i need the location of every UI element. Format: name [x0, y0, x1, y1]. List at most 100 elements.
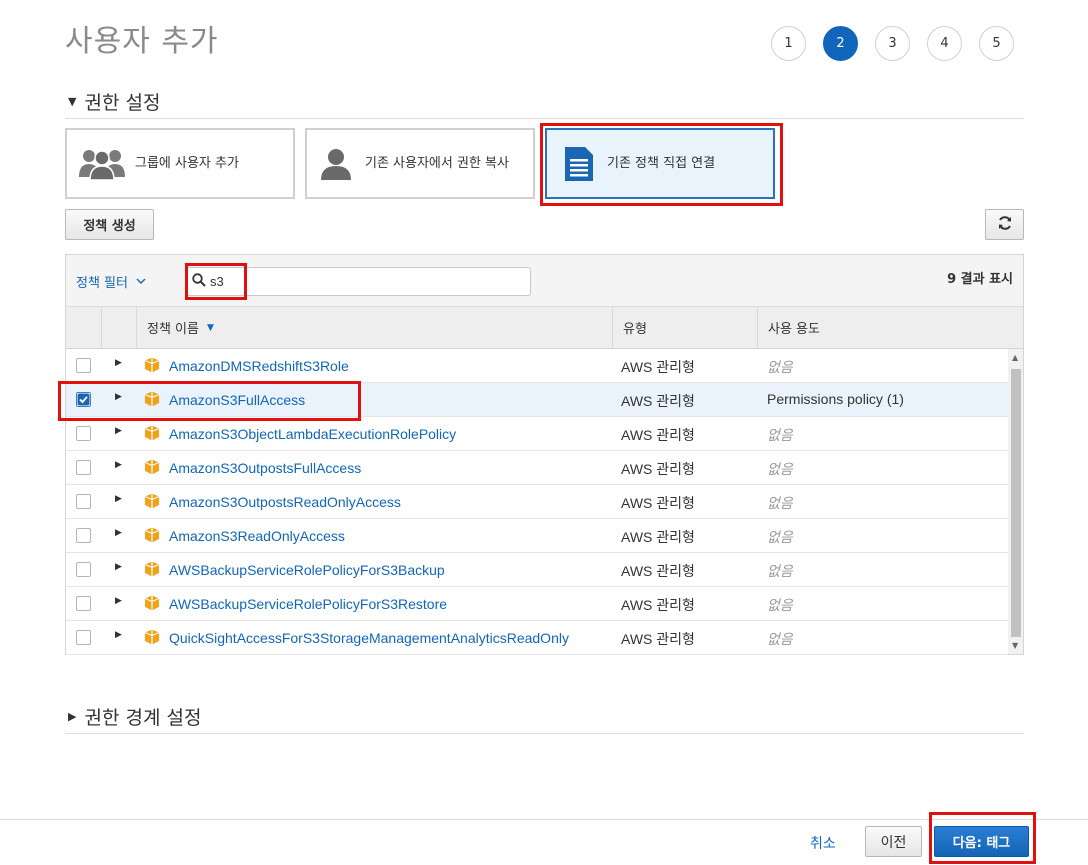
table-row[interactable]: ▶ AmazonS3ReadOnlyAccess AWS 관리형 없음: [66, 519, 1008, 553]
create-policy-button[interactable]: 정책 생성: [65, 209, 154, 240]
policy-usage: 없음: [767, 461, 793, 477]
expand-row-icon[interactable]: ▶: [115, 460, 122, 470]
table-row[interactable]: ▶ QuickSightAccessForS3StorageManagementA…: [66, 621, 1008, 655]
step-indicator: 1 2 3 4 5: [771, 26, 1031, 61]
policy-icon: [144, 391, 160, 411]
search-icon: [192, 272, 206, 291]
scroll-down-icon[interactable]: ▼: [1012, 641, 1018, 650]
column-header-usage[interactable]: 사용 용도: [757, 307, 1023, 348]
table-row[interactable]: ▶ AmazonS3FullAccess AWS 관리형 Permissions po…: [66, 383, 1008, 417]
policy-name-link[interactable]: AmazonS3OutpostsFullAccess: [169, 460, 361, 476]
row-checkbox[interactable]: [76, 562, 91, 577]
policy-usage: 없음: [767, 529, 793, 545]
column-header-label: 정책 이름: [147, 322, 199, 337]
policy-icon: [144, 561, 160, 581]
sort-down-icon: ▼: [206, 322, 214, 333]
refresh-button[interactable]: [985, 209, 1024, 240]
table-scrollbar[interactable]: ▲ ▼: [1008, 349, 1023, 654]
option-label: 그룹에 사용자 추가: [135, 156, 239, 171]
row-checkbox[interactable]: [76, 392, 91, 407]
step-1[interactable]: 1: [771, 26, 806, 61]
row-checkbox[interactable]: [76, 528, 91, 543]
option-label: 기존 사용자에서 권한 복사: [365, 156, 509, 171]
scroll-up-icon[interactable]: ▲: [1012, 353, 1018, 362]
column-header-policy-name[interactable]: 정책 이름 ▼: [136, 307, 612, 348]
policy-usage: 없음: [767, 597, 793, 613]
refresh-icon: [997, 215, 1013, 235]
search-field[interactable]: [185, 267, 531, 296]
policy-icon: [144, 595, 160, 615]
policy-name-link[interactable]: AWSBackupServiceRolePolicyForS3Backup: [169, 562, 445, 578]
table-row[interactable]: ▶ AmazonS3ObjectLambdaExecutionRolePolicy…: [66, 417, 1008, 451]
option-attach-policies[interactable]: 기존 정책 직접 연결: [545, 128, 775, 199]
option-add-to-group[interactable]: 그룹에 사용자 추가: [65, 128, 295, 199]
policy-type: AWS 관리형: [621, 597, 695, 613]
policy-usage: Permissions policy (1): [767, 391, 904, 407]
group-icon: [79, 147, 127, 181]
expand-row-icon[interactable]: ▶: [115, 494, 122, 504]
policy-type: AWS 관리형: [621, 427, 695, 443]
footer-divider: [0, 819, 1088, 820]
row-checkbox[interactable]: [76, 460, 91, 475]
policy-name-link[interactable]: AmazonDMSRedshiftS3Role: [169, 358, 349, 374]
table-row[interactable]: ▶ AmazonS3OutpostsFullAccess AWS 관리형 없음: [66, 451, 1008, 485]
boundary-section-toggle[interactable]: ▶ 권한 경계 설정: [68, 703, 201, 730]
column-header-type[interactable]: 유형: [612, 307, 757, 348]
step-4[interactable]: 4: [927, 26, 962, 61]
policy-name-link[interactable]: AmazonS3ObjectLambdaExecutionRolePolicy: [169, 426, 456, 442]
row-checkbox[interactable]: [76, 630, 91, 645]
policy-name-link[interactable]: AWSBackupServiceRolePolicyForS3Restore: [169, 596, 447, 612]
expand-row-icon[interactable]: ▶: [115, 358, 122, 368]
policy-icon: [144, 629, 160, 649]
table-row[interactable]: ▶ AmazonS3OutpostsReadOnlyAccess AWS 관리형 없음: [66, 485, 1008, 519]
expand-row-icon[interactable]: ▶: [115, 596, 122, 606]
policy-type: AWS 관리형: [621, 563, 695, 579]
section-divider: [65, 733, 1024, 734]
table-row[interactable]: ▶ AWSBackupServiceRolePolicyForS3Backup AW…: [66, 553, 1008, 587]
policy-name-link[interactable]: AmazonS3FullAccess: [169, 392, 305, 408]
search-input[interactable]: [210, 274, 510, 289]
policy-name-link[interactable]: AmazonS3ReadOnlyAccess: [169, 528, 345, 544]
next-tags-button[interactable]: 다음: 태그: [934, 826, 1029, 857]
expand-row-icon[interactable]: ▶: [115, 426, 122, 436]
option-copy-permissions[interactable]: 기존 사용자에서 권한 복사: [305, 128, 535, 199]
policy-filter-dropdown[interactable]: 정책 필터: [76, 272, 146, 291]
expand-row-icon[interactable]: ▶: [115, 392, 122, 402]
permissions-section-title: 권한 설정: [84, 92, 161, 114]
policy-type: AWS 관리형: [621, 495, 695, 511]
row-checkbox[interactable]: [76, 426, 91, 441]
option-label: 기존 정책 직접 연결: [607, 156, 716, 171]
chevron-down-icon: [136, 274, 146, 289]
user-icon: [319, 147, 353, 181]
policy-name-link[interactable]: AmazonS3OutpostsReadOnlyAccess: [169, 494, 401, 510]
step-3[interactable]: 3: [875, 26, 910, 61]
document-icon: [565, 146, 593, 181]
policy-icon: [144, 425, 160, 445]
section-divider: [65, 118, 1024, 119]
scroll-thumb[interactable]: [1011, 369, 1021, 637]
row-checkbox[interactable]: [76, 494, 91, 509]
caret-down-icon: ▼: [68, 95, 77, 108]
policy-usage: 없음: [767, 427, 793, 443]
table-row[interactable]: ▶ AWSBackupServiceRolePolicyForS3Restore A…: [66, 587, 1008, 621]
policy-name-link[interactable]: QuickSightAccessForS3StorageManagementAn…: [169, 630, 569, 646]
table-row[interactable]: ▶ AmazonDMSRedshiftS3Role AWS 관리형 없음: [66, 349, 1008, 383]
expand-row-icon[interactable]: ▶: [115, 562, 122, 572]
policy-usage: 없음: [767, 631, 793, 647]
table-header: 정책 이름 ▼ 유형 사용 용도: [66, 307, 1023, 349]
step-5[interactable]: 5: [979, 26, 1014, 61]
caret-right-icon: ▶: [68, 710, 77, 723]
previous-button[interactable]: 이전: [865, 826, 922, 857]
row-checkbox[interactable]: [76, 596, 91, 611]
policy-type: AWS 관리형: [621, 529, 695, 545]
expand-row-icon[interactable]: ▶: [115, 630, 122, 640]
policy-icon: [144, 357, 160, 377]
row-checkbox[interactable]: [76, 358, 91, 373]
expand-row-icon[interactable]: ▶: [115, 528, 122, 538]
step-2[interactable]: 2: [823, 26, 858, 61]
policy-icon: [144, 493, 160, 513]
select-column-header: [66, 307, 101, 348]
column-header-label: 유형: [623, 322, 647, 337]
cancel-link[interactable]: 취소: [810, 833, 836, 853]
permissions-section-toggle[interactable]: ▼ 권한 설정: [68, 88, 160, 115]
